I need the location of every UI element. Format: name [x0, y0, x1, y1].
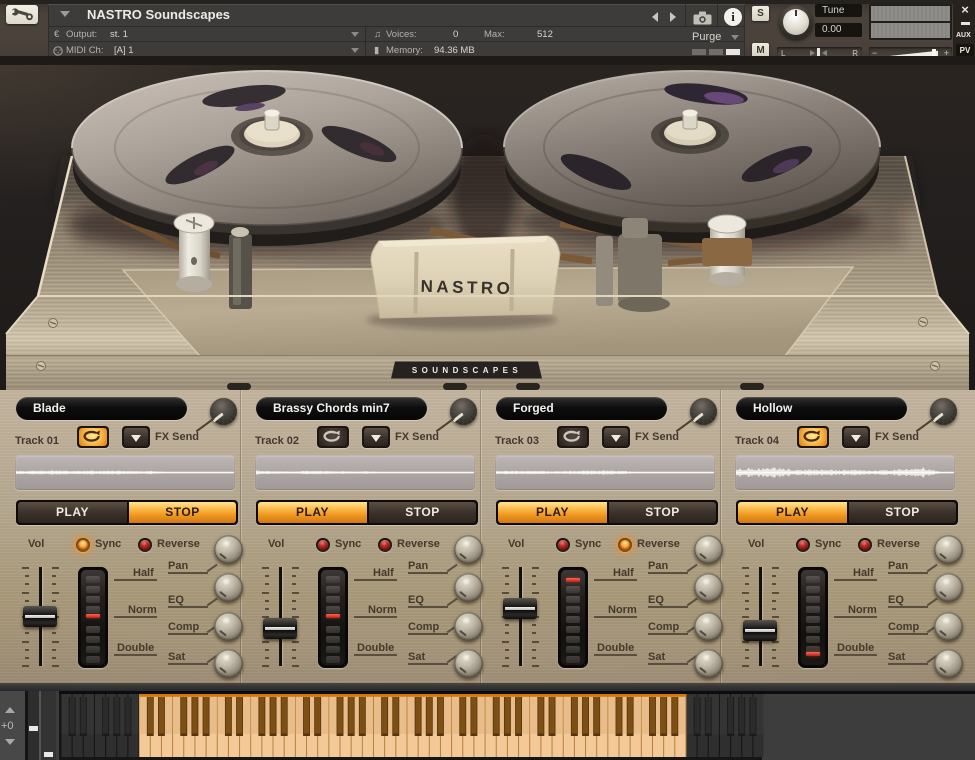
svg-text:SOUNDSCAPES: SOUNDSCAPES [412, 366, 522, 375]
svg-text:NASTRO: NASTRO [420, 277, 513, 298]
